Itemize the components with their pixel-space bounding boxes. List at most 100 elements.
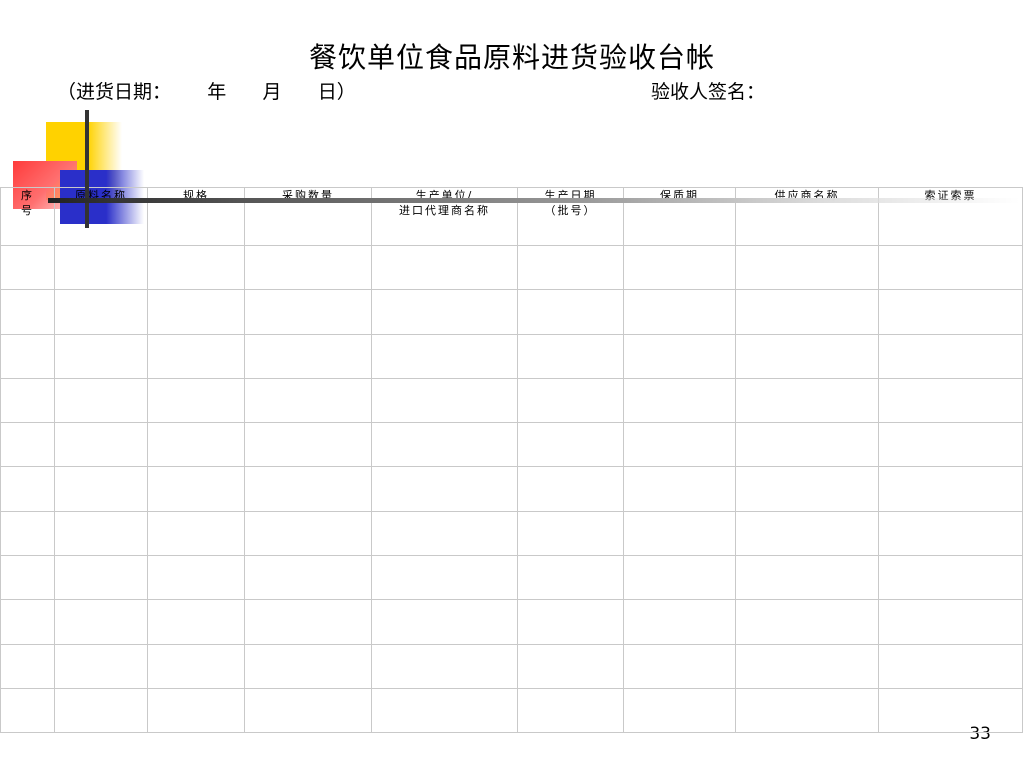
table-cell[interactable] (371, 289, 518, 335)
table-cell[interactable] (244, 555, 372, 601)
table-cell[interactable] (0, 643, 55, 689)
table-cell[interactable] (878, 643, 1023, 689)
table-cell[interactable] (54, 466, 148, 512)
table-cell[interactable] (878, 466, 1023, 512)
table-cell[interactable] (0, 333, 55, 379)
table-cell[interactable] (0, 687, 55, 734)
table-cell[interactable] (735, 244, 879, 291)
table-cell[interactable] (244, 244, 372, 291)
table-cell[interactable] (517, 333, 624, 379)
table-cell[interactable] (371, 599, 518, 645)
table-cell[interactable] (54, 244, 148, 291)
table-cell[interactable] (0, 422, 55, 468)
table-cell[interactable] (54, 289, 148, 335)
table-cell[interactable] (147, 510, 245, 557)
table-cell[interactable] (878, 599, 1023, 645)
table-cell[interactable] (623, 422, 736, 468)
table-cell[interactable] (878, 510, 1023, 557)
table-cell[interactable] (517, 643, 624, 689)
table-cell[interactable] (623, 510, 736, 557)
table-cell[interactable] (244, 289, 372, 335)
table-cell[interactable] (623, 377, 736, 424)
table-cell[interactable] (244, 643, 372, 689)
table-cell[interactable] (54, 555, 148, 601)
table-cell[interactable] (244, 599, 372, 645)
table-cell[interactable] (517, 687, 624, 734)
table-cell[interactable] (878, 422, 1023, 468)
table-cell[interactable] (147, 599, 245, 645)
table-cell[interactable] (0, 289, 55, 335)
table-cell[interactable] (735, 377, 879, 424)
table-cell[interactable] (371, 333, 518, 379)
table-cell[interactable] (517, 599, 624, 645)
table-cell[interactable] (147, 466, 245, 512)
table-cell[interactable] (371, 466, 518, 512)
table-cell[interactable] (735, 555, 879, 601)
table-cell[interactable] (517, 555, 624, 601)
table-cell[interactable] (54, 377, 148, 424)
table-cell[interactable] (623, 289, 736, 335)
table-cell[interactable] (0, 510, 55, 557)
table-cell[interactable] (623, 466, 736, 512)
table-cell[interactable] (371, 510, 518, 557)
table-cell[interactable] (244, 466, 372, 512)
table-cell[interactable] (0, 555, 55, 601)
table-cell[interactable] (517, 244, 624, 291)
table-cell[interactable] (517, 377, 624, 424)
table-cell[interactable] (54, 510, 148, 557)
table-cell[interactable] (147, 333, 245, 379)
table-cell[interactable] (244, 333, 372, 379)
table-cell[interactable] (623, 643, 736, 689)
table-cell[interactable] (623, 244, 736, 291)
table-cell[interactable] (735, 643, 879, 689)
table-cell[interactable] (623, 333, 736, 379)
table-cell[interactable] (517, 422, 624, 468)
table-cell[interactable] (735, 422, 879, 468)
table-cell[interactable] (517, 289, 624, 335)
table-cell[interactable] (147, 422, 245, 468)
table-cell[interactable] (878, 244, 1023, 291)
table-cell[interactable] (54, 422, 148, 468)
table-cell[interactable] (0, 599, 55, 645)
table-cell[interactable] (878, 555, 1023, 601)
table-cell[interactable] (54, 333, 148, 379)
table-cell[interactable] (623, 599, 736, 645)
table-cell[interactable] (371, 687, 518, 734)
table-cell[interactable] (244, 377, 372, 424)
table-cell[interactable] (147, 244, 245, 291)
table-cell[interactable] (623, 555, 736, 601)
table-cell[interactable] (371, 244, 518, 291)
table-cell[interactable] (735, 333, 879, 379)
table-cell[interactable] (147, 377, 245, 424)
table-cell[interactable] (54, 643, 148, 689)
table-cell[interactable] (623, 687, 736, 734)
table-cell[interactable] (517, 466, 624, 512)
table-cell[interactable] (371, 555, 518, 601)
table-cell[interactable] (735, 510, 879, 557)
table-cell[interactable] (0, 244, 55, 291)
table-cell[interactable] (878, 333, 1023, 379)
table-cell[interactable] (878, 687, 1023, 734)
table-cell[interactable] (147, 643, 245, 689)
table-cell[interactable] (371, 422, 518, 468)
table-cell[interactable] (735, 289, 879, 335)
table-cell[interactable] (0, 377, 55, 424)
table-cell[interactable] (147, 687, 245, 734)
table-cell[interactable] (244, 510, 372, 557)
table-cell[interactable] (244, 687, 372, 734)
table-cell[interactable] (735, 599, 879, 645)
table-cell[interactable] (54, 687, 148, 734)
table-cell[interactable] (147, 555, 245, 601)
table-row (0, 333, 1023, 379)
table-cell[interactable] (54, 599, 148, 645)
table-cell[interactable] (878, 377, 1023, 424)
table-cell[interactable] (147, 289, 245, 335)
table-cell[interactable] (517, 510, 624, 557)
table-cell[interactable] (735, 687, 879, 734)
table-cell[interactable] (371, 643, 518, 689)
table-cell[interactable] (0, 466, 55, 512)
table-cell[interactable] (878, 289, 1023, 335)
table-cell[interactable] (244, 422, 372, 468)
table-cell[interactable] (735, 466, 879, 512)
table-cell[interactable] (371, 377, 518, 424)
